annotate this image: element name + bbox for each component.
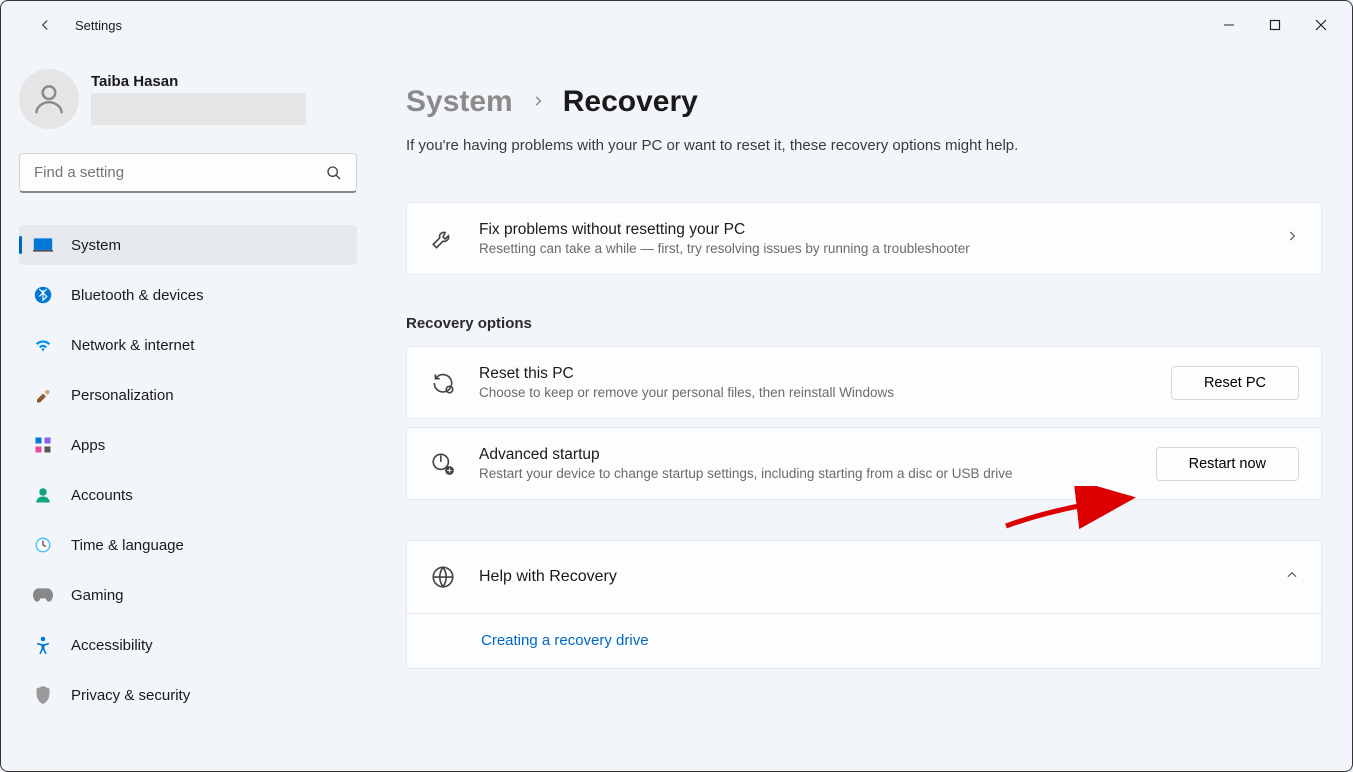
maximize-button[interactable] xyxy=(1252,7,1298,43)
nav-label: Network & internet xyxy=(71,337,194,354)
nav-label: System xyxy=(71,237,121,254)
shield-icon xyxy=(33,685,53,705)
sidebar-item-gaming[interactable]: Gaming xyxy=(19,575,357,615)
breadcrumb: System Recovery xyxy=(406,85,1322,119)
nav-label: Accounts xyxy=(71,487,133,504)
user-email-redacted xyxy=(91,93,306,125)
wifi-icon xyxy=(33,335,53,355)
user-section[interactable]: Taiba Hasan xyxy=(19,69,357,129)
user-name: Taiba Hasan xyxy=(91,73,357,90)
window-controls xyxy=(1206,7,1344,43)
close-button[interactable] xyxy=(1298,7,1344,43)
accessibility-icon xyxy=(33,635,53,655)
globe-help-icon xyxy=(429,563,457,591)
sidebar-item-accounts[interactable]: Accounts xyxy=(19,475,357,515)
back-button[interactable] xyxy=(25,5,65,45)
sidebar-item-system[interactable]: System xyxy=(19,225,357,265)
help-body: Creating a recovery drive xyxy=(407,613,1321,668)
reset-icon xyxy=(429,369,457,397)
card-title: Fix problems without resetting your PC xyxy=(479,221,1263,239)
minimize-icon xyxy=(1223,19,1235,31)
power-gear-icon xyxy=(429,450,457,478)
minimize-button[interactable] xyxy=(1206,7,1252,43)
titlebar: Settings xyxy=(1,1,1352,49)
chevron-up-icon xyxy=(1285,568,1299,587)
search-input[interactable] xyxy=(34,164,326,181)
card-subtitle: Resetting can take a while — first, try … xyxy=(479,241,1263,256)
sidebar-item-time[interactable]: Time & language xyxy=(19,525,357,565)
restart-now-button[interactable]: Restart now xyxy=(1156,447,1299,481)
sidebar-item-accessibility[interactable]: Accessibility xyxy=(19,625,357,665)
system-icon xyxy=(33,235,53,255)
reset-pc-card: Reset this PC Choose to keep or remove y… xyxy=(406,346,1322,419)
card-subtitle: Choose to keep or remove your personal f… xyxy=(479,385,1149,400)
section-header: Recovery options xyxy=(406,315,1322,332)
gamepad-icon xyxy=(33,585,53,605)
main-content: System Recovery If you're having problem… xyxy=(371,49,1352,771)
sidebar-item-network[interactable]: Network & internet xyxy=(19,325,357,365)
sidebar-item-apps[interactable]: Apps xyxy=(19,425,357,465)
back-arrow-icon xyxy=(36,16,54,34)
avatar-icon xyxy=(30,80,68,118)
sidebar-item-personalization[interactable]: Personalization xyxy=(19,375,357,415)
reset-pc-button[interactable]: Reset PC xyxy=(1171,366,1299,400)
card-subtitle: Restart your device to change startup se… xyxy=(479,466,1134,481)
page-description: If you're having problems with your PC o… xyxy=(406,137,1322,154)
nav-label: Privacy & security xyxy=(71,687,190,704)
search-box[interactable] xyxy=(19,153,357,193)
nav-label: Time & language xyxy=(71,537,184,554)
nav-label: Accessibility xyxy=(71,637,153,654)
apps-icon xyxy=(33,435,53,455)
close-icon xyxy=(1315,19,1327,31)
card-title: Advanced startup xyxy=(479,446,1134,464)
nav-list: System Bluetooth & devices Network & int… xyxy=(19,225,357,715)
sidebar-item-privacy[interactable]: Privacy & security xyxy=(19,675,357,715)
nav-label: Apps xyxy=(71,437,105,454)
help-card: Help with Recovery Creating a recovery d… xyxy=(406,540,1322,669)
sidebar: Taiba Hasan System Bluetooth & devices xyxy=(1,49,371,771)
nav-label: Gaming xyxy=(71,587,124,604)
sidebar-item-bluetooth[interactable]: Bluetooth & devices xyxy=(19,275,357,315)
clock-icon xyxy=(33,535,53,555)
chevron-right-icon xyxy=(1285,229,1299,248)
breadcrumb-current: Recovery xyxy=(563,85,698,119)
bluetooth-icon xyxy=(33,285,53,305)
help-header[interactable]: Help with Recovery xyxy=(407,541,1321,613)
brush-icon xyxy=(33,385,53,405)
chevron-right-icon xyxy=(531,91,545,114)
fix-problems-card[interactable]: Fix problems without resetting your PC R… xyxy=(406,202,1322,275)
avatar xyxy=(19,69,79,129)
card-title: Reset this PC xyxy=(479,365,1149,383)
nav-label: Bluetooth & devices xyxy=(71,287,204,304)
wrench-icon xyxy=(429,225,457,253)
help-title: Help with Recovery xyxy=(479,568,1263,586)
window-title: Settings xyxy=(75,18,122,33)
nav-label: Personalization xyxy=(71,387,174,404)
maximize-icon xyxy=(1269,19,1281,31)
help-link[interactable]: Creating a recovery drive xyxy=(481,632,649,649)
advanced-startup-card: Advanced startup Restart your device to … xyxy=(406,427,1322,500)
search-icon xyxy=(326,165,342,181)
breadcrumb-parent[interactable]: System xyxy=(406,85,513,119)
user-icon xyxy=(33,485,53,505)
